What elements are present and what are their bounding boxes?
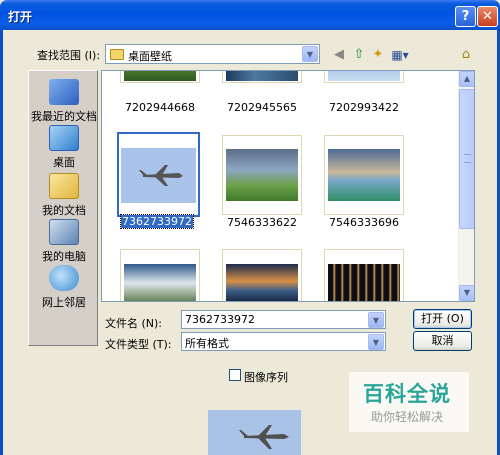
- file-name: 7202945565: [227, 101, 297, 114]
- watermark-subtitle: 助你轻松解决: [371, 410, 444, 424]
- thumbnail-frame: [222, 71, 302, 83]
- new-folder-icon[interactable]: ✦: [369, 46, 387, 64]
- network-places-icon: [49, 265, 79, 291]
- thumbnail-image: [328, 71, 400, 81]
- file-list[interactable]: 7202944668 7202945565 7202993422 7362733…: [101, 70, 475, 302]
- look-in-value: 桌面壁纸: [128, 50, 172, 63]
- thumbnail-image: [226, 149, 298, 201]
- thumbnail-image: [226, 264, 298, 301]
- file-type-label: 文件类型 (T):: [105, 338, 172, 351]
- place-my-documents[interactable]: 我的文档: [29, 173, 99, 218]
- file-name: 7362733972: [120, 214, 194, 229]
- place-label: 我的电脑: [42, 250, 86, 263]
- help-button[interactable]: ?: [455, 6, 476, 27]
- window-title: 打开: [8, 10, 33, 24]
- scroll-thumb[interactable]: [459, 89, 474, 229]
- up-folder-icon[interactable]: ⇧: [350, 46, 368, 64]
- image-preview: [208, 410, 301, 455]
- place-label: 我最近的文档: [31, 110, 97, 123]
- thumbnail-frame: [324, 71, 404, 83]
- thumbnail-image: [328, 264, 400, 301]
- thumbnail-image: [124, 264, 196, 301]
- place-desktop[interactable]: 桌面: [29, 125, 99, 170]
- chevron-down-icon[interactable]: ▼: [368, 334, 384, 350]
- thumbnail-image: [124, 71, 196, 81]
- close-icon: ✕: [482, 9, 493, 24]
- file-name: 7202993422: [329, 101, 399, 114]
- thumbnail-image: [226, 71, 298, 81]
- thumbnail-frame: [120, 71, 200, 83]
- places-bar: 我最近的文档 桌面 我的文档 我的电脑 网上邻居: [28, 70, 98, 346]
- open-button[interactable]: 打开 (O): [413, 309, 472, 329]
- place-label: 我的文档: [42, 204, 86, 217]
- file-name-field[interactable]: 7362733972 ▼: [181, 310, 386, 329]
- thumbnail-frame: [324, 249, 404, 301]
- file-name: 7546333696: [329, 216, 399, 229]
- thumbnail-frame: [222, 135, 302, 215]
- file-type-dropdown[interactable]: 所有格式 ▼: [181, 332, 386, 351]
- thumbnail-image: [121, 148, 196, 203]
- folder-icon: [110, 49, 124, 60]
- file-name: 7546333622: [227, 216, 297, 229]
- thumbnail-frame: [120, 249, 200, 301]
- vertical-scrollbar[interactable]: ▲ ▼: [458, 71, 474, 301]
- file-name-label: 文件名 (N):: [105, 317, 163, 330]
- place-my-computer[interactable]: 我的电脑: [29, 219, 99, 264]
- chevron-down-icon[interactable]: ▼: [302, 46, 318, 62]
- jet-icon: [239, 425, 289, 449]
- place-label: 桌面: [53, 156, 75, 169]
- watermark-title: 百科全说: [363, 382, 451, 406]
- file-name: 7202944668: [125, 101, 195, 114]
- image-sequence-label: 图像序列: [244, 371, 288, 384]
- scroll-down-button[interactable]: ▼: [459, 285, 474, 301]
- tools-icon[interactable]: ⌂: [457, 46, 475, 64]
- back-icon[interactable]: ◀: [330, 46, 348, 64]
- place-label: 网上邻居: [42, 296, 86, 309]
- views-menu-icon[interactable]: ▦▾: [389, 46, 411, 64]
- title-bar[interactable]: 打开 ? ✕: [0, 0, 500, 30]
- my-documents-icon: [49, 173, 79, 199]
- watermark: 百科全说 助你轻松解决: [349, 372, 469, 432]
- jet-icon: [139, 165, 183, 186]
- cancel-button[interactable]: 取消: [413, 331, 472, 351]
- place-network[interactable]: 网上邻居: [29, 265, 99, 310]
- thumbnail-frame: [324, 135, 404, 215]
- place-recent-documents[interactable]: 我最近的文档: [29, 79, 99, 124]
- look-in-dropdown[interactable]: 桌面壁纸 ▼: [105, 44, 320, 64]
- file-name-value: 7362733972: [185, 313, 255, 326]
- thumbnail-frame: [117, 132, 200, 217]
- chevron-down-icon[interactable]: ▼: [368, 312, 384, 328]
- close-button[interactable]: ✕: [477, 6, 498, 27]
- image-sequence-checkbox[interactable]: [229, 369, 241, 381]
- help-icon: ?: [461, 9, 470, 24]
- desktop-icon: [49, 125, 79, 151]
- file-type-value: 所有格式: [185, 337, 229, 350]
- look-in-label: 查找范围 (I):: [37, 49, 101, 62]
- recent-documents-icon: [49, 79, 79, 105]
- thumbnail-image: [328, 149, 400, 201]
- my-computer-icon: [49, 219, 79, 245]
- thumbnail-frame: [222, 249, 302, 301]
- scroll-up-button[interactable]: ▲: [459, 71, 474, 87]
